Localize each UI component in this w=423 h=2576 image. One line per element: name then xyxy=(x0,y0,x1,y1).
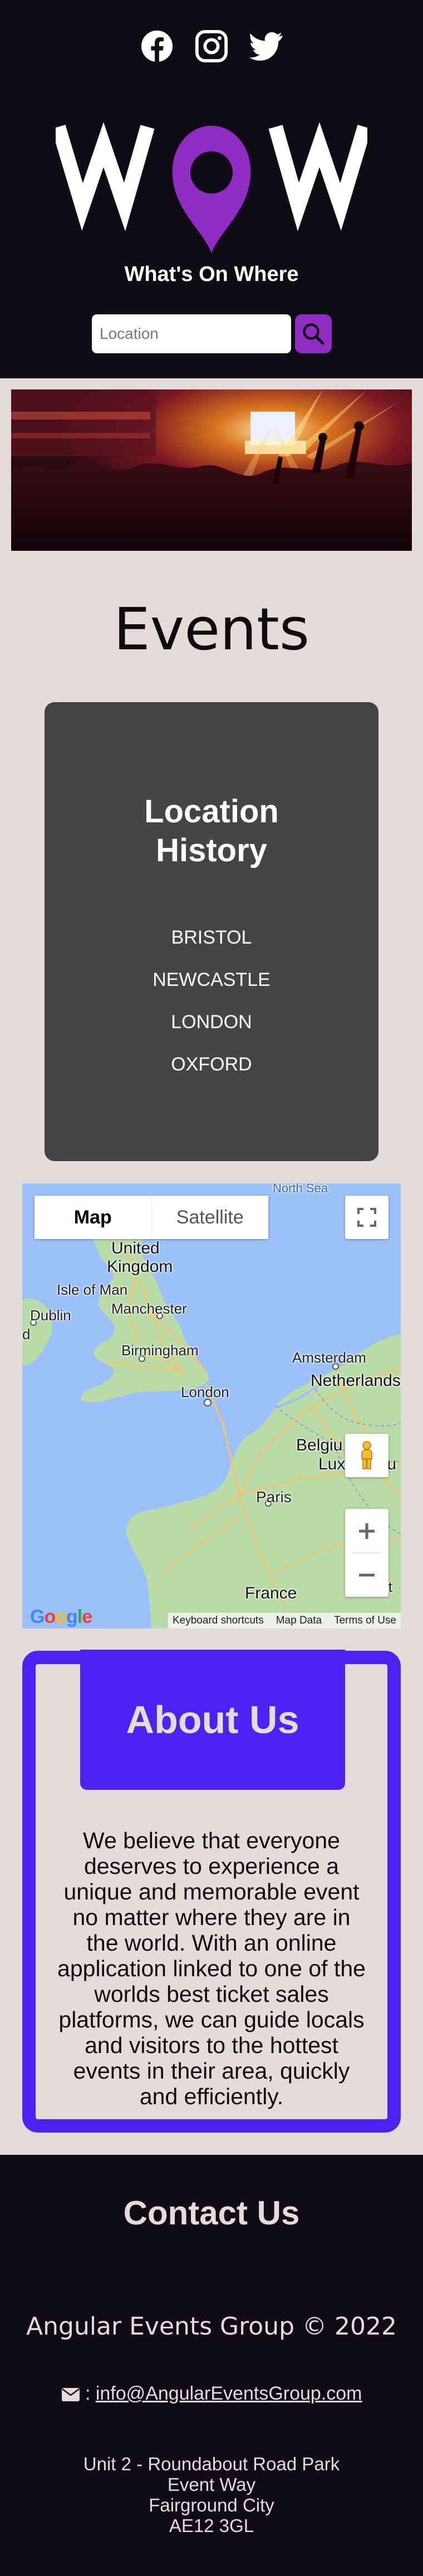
address-line-1: Unit 2 - Roundabout Road Park xyxy=(83,2454,340,2474)
email-link[interactable]: info@AngularEventsGroup.com xyxy=(96,2383,362,2404)
address-line-4: AE12 3GL xyxy=(169,2515,254,2536)
envelope-icon xyxy=(61,2388,80,2401)
plus-icon xyxy=(359,1523,375,1539)
twitter-icon[interactable] xyxy=(249,29,283,63)
email-separator: : xyxy=(85,2383,91,2404)
site-footer: Contact Us Angular Events Group © 2022 :… xyxy=(0,2155,423,2576)
contact-title: Contact Us xyxy=(123,2194,300,2232)
map-attribution: Keyboard shortcuts Map Data Terms of Use xyxy=(168,1613,401,1628)
history-item-newcastle[interactable]: NEWCASTLE xyxy=(45,959,378,1001)
address-line-2: Event Way xyxy=(167,2474,256,2495)
about-banner: About Us xyxy=(80,1650,345,1790)
email-row: : info@AngularEventsGroup.com xyxy=(0,2383,423,2405)
zoom-in-button[interactable] xyxy=(345,1509,388,1553)
about-title: About Us xyxy=(126,1698,299,1741)
google-map[interactable]: North Sea United Kingdom Isle of Man Dub… xyxy=(22,1183,401,1628)
pegman-icon xyxy=(361,1441,372,1469)
address: Unit 2 - Roundabout Road Park Event Way … xyxy=(0,2454,423,2536)
map-label-manchester: Manchester xyxy=(111,1300,187,1317)
minus-icon xyxy=(359,1573,375,1576)
map-label-netherlands: Netherlands xyxy=(311,1371,401,1390)
map-label-kingdom: Kingdom xyxy=(107,1257,173,1276)
fullscreen-icon xyxy=(357,1208,376,1227)
search-icon xyxy=(303,323,324,345)
map-label-isle-of-man: Isle of Man xyxy=(57,1281,128,1298)
map-label-edge-d: d xyxy=(22,1326,31,1343)
google-logo[interactable]: Google xyxy=(30,1606,92,1628)
map-label-dublin: Dublin xyxy=(30,1307,71,1324)
copyright: Angular Events Group © 2022 xyxy=(26,2312,397,2341)
location-search xyxy=(92,314,332,353)
map-type-satellite-button[interactable]: Satellite xyxy=(151,1196,268,1239)
wow-logo xyxy=(56,111,367,256)
location-history-card: Location History BRISTOL NEWCASTLE LONDO… xyxy=(45,702,378,1161)
facebook-icon[interactable] xyxy=(140,29,174,63)
keyboard-shortcuts-link[interactable]: Keyboard shortcuts xyxy=(173,1615,264,1627)
location-history-title-line2: History xyxy=(156,832,267,868)
events-heading: Events xyxy=(113,595,310,663)
instagram-icon[interactable] xyxy=(194,29,229,63)
map-label-paris: Paris xyxy=(256,1488,292,1506)
map-label-amsterdam: Amsterdam xyxy=(292,1349,366,1366)
zoom-out-button[interactable] xyxy=(345,1553,388,1597)
terms-of-use-link[interactable]: Terms of Use xyxy=(334,1615,396,1627)
map-type-map-button[interactable]: Map xyxy=(35,1196,152,1239)
fullscreen-button[interactable] xyxy=(345,1196,388,1239)
location-input[interactable] xyxy=(92,314,291,353)
map-tiles xyxy=(22,1183,401,1628)
map-label-belgium: Belgiu xyxy=(296,1436,343,1454)
map-label-france: France xyxy=(245,1584,297,1602)
address-line-3: Fairground City xyxy=(149,2495,274,2515)
concert-hero-image xyxy=(11,389,412,551)
street-view-button[interactable] xyxy=(345,1434,388,1477)
search-button[interactable] xyxy=(295,314,332,353)
about-section: About Us We believe that everyone deserv… xyxy=(22,1650,401,2133)
social-links xyxy=(0,29,423,68)
zoom-control xyxy=(345,1509,388,1597)
location-history-list: BRISTOL NEWCASTLE LONDON OXFORD xyxy=(45,916,378,1085)
site-header: What's On Where xyxy=(0,0,423,378)
history-item-bristol[interactable]: BRISTOL xyxy=(45,916,378,959)
about-text: We believe that everyone deserves to exp… xyxy=(57,1828,366,2109)
map-label-birmingham: Birmingham xyxy=(121,1342,199,1359)
page: What's On Where Location Events Location… xyxy=(0,0,423,2576)
map-label-north-sea: North Sea xyxy=(273,1183,328,1195)
map-type-control: Map Satellite xyxy=(35,1196,268,1239)
map-label-united: United xyxy=(111,1239,160,1257)
map-data-link[interactable]: Map Data xyxy=(276,1615,322,1627)
history-item-oxford[interactable]: OXFORD xyxy=(45,1043,378,1085)
history-item-london[interactable]: LONDON xyxy=(45,1001,378,1043)
tagline: What's On Where xyxy=(124,263,299,286)
location-history-title-line1: Location xyxy=(144,793,279,830)
map-label-london: London xyxy=(181,1384,229,1400)
location-history-title: Location History xyxy=(45,792,378,870)
